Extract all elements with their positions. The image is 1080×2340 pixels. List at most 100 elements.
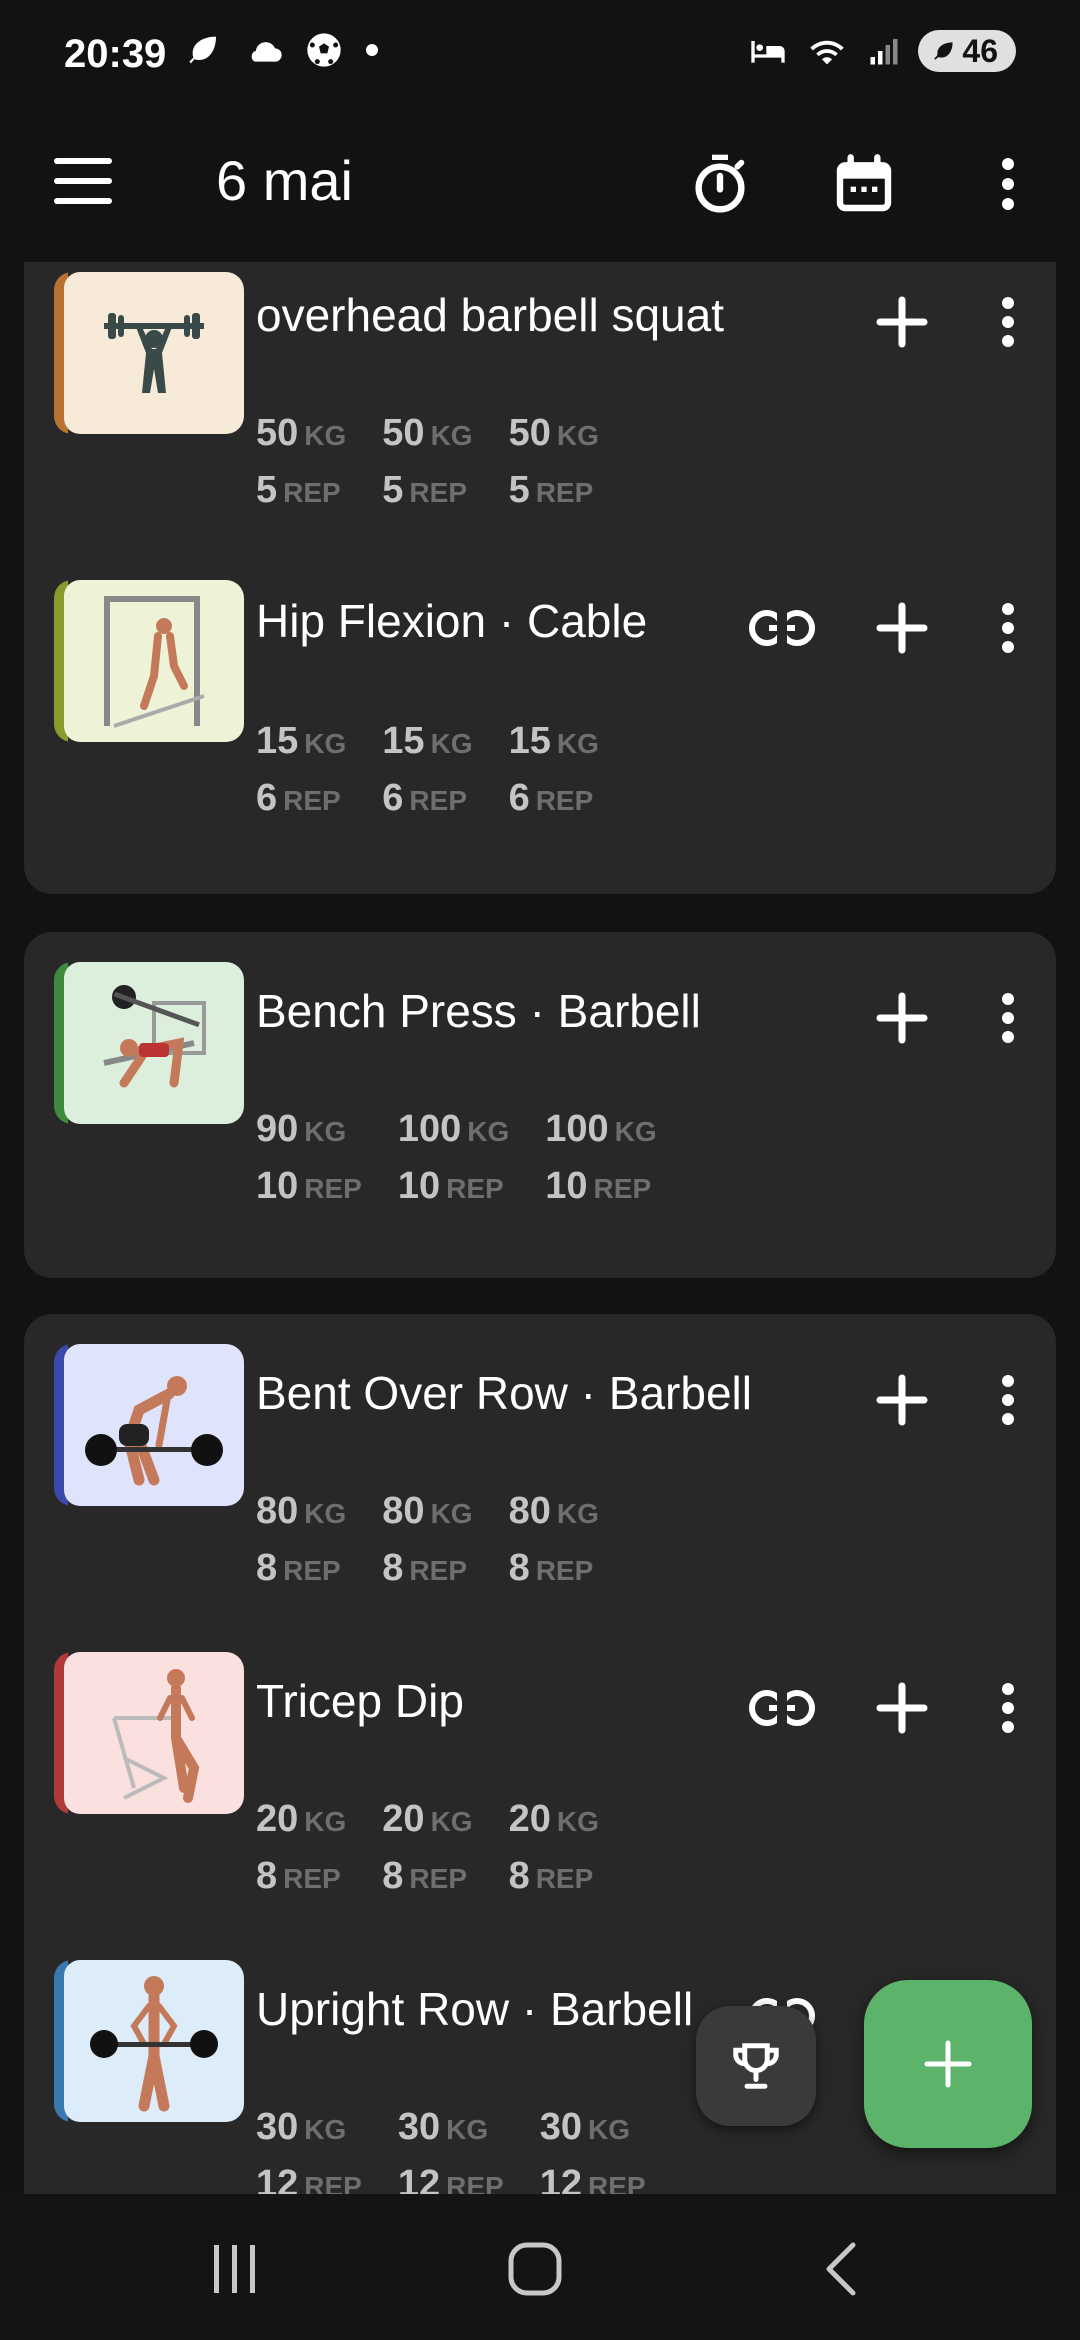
set[interactable]: 80 KG 8 REP: [382, 1490, 472, 1590]
exercise-menu-button[interactable]: [978, 282, 1038, 362]
dot-icon: [366, 44, 378, 56]
exercise-row[interactable]: Tricep Dip 20 KG 8 REP 20 KG 8 REP 20 KG 8 REP: [24, 1622, 1056, 1922]
bent-over-row-icon: [85, 1376, 223, 1486]
set[interactable]: 80 KG 8 REP: [256, 1490, 346, 1590]
status-time: 20:39: [64, 32, 167, 76]
menu-icon[interactable]: [54, 158, 112, 204]
set[interactable]: 100 KG 10 REP: [398, 1108, 509, 1208]
plus-icon: [876, 296, 928, 348]
plus-icon: [876, 1374, 928, 1426]
back-icon: [826, 2242, 856, 2296]
set-list: 30 KG 12 REP 30 KG 12 REP 30 KG 12 REP: [256, 2106, 646, 2194]
bed-icon: [751, 41, 786, 63]
add-exercise-button[interactable]: [864, 1980, 1032, 2148]
workout-list[interactable]: overhead barbell squat 50 KG 5 REP 50 KG 5 REP…: [0, 262, 1080, 2194]
records-button[interactable]: [696, 2006, 816, 2126]
home-button[interactable]: [490, 2234, 580, 2304]
superset-link-button[interactable]: [742, 1668, 822, 1748]
exercise-card: overhead barbell squat 50 KG 5 REP 50 KG 5 REP…: [24, 262, 1056, 894]
set[interactable]: 80 KG 8 REP: [509, 1490, 599, 1590]
set[interactable]: 90 KG 10 REP: [256, 1108, 362, 1208]
add-set-button[interactable]: [862, 978, 942, 1058]
set[interactable]: 30 KG 12 REP: [540, 2106, 646, 2194]
superset-link-button[interactable]: [742, 588, 822, 668]
set[interactable]: 30 KG 12 REP: [398, 2106, 504, 2194]
plus-icon: [876, 1682, 928, 1734]
battery-saver-icon: [934, 42, 953, 60]
exercise-name[interactable]: overhead barbell squat: [256, 288, 724, 342]
system-nav-bar: [0, 2194, 1080, 2340]
bench-press-icon: [103, 985, 206, 1088]
weightlifter-icon: [104, 313, 204, 393]
add-set-button[interactable]: [862, 1360, 942, 1440]
exercise-card: Bench Press · Barbell 90 KG 10 REP 100 KG 10 R…: [24, 932, 1056, 1278]
exercise-row[interactable]: Hip Flexion · Cable 15 KG 6 REP 15 KG 6 REP 15…: [24, 572, 1056, 872]
plus-icon: [876, 602, 928, 654]
cable-machine-icon: [104, 596, 205, 728]
exercise-row[interactable]: Bent Over Row · Barbell 80 KG 8 REP 80 KG 8 RE…: [24, 1314, 1056, 1614]
exercise-name[interactable]: Hip Flexion · Cable: [256, 594, 647, 648]
battery-level: 46: [962, 32, 998, 69]
recent-apps-button[interactable]: [190, 2234, 280, 2304]
calendar-icon: [836, 154, 892, 212]
trophy-icon: [733, 2043, 779, 2089]
add-set-button[interactable]: [862, 588, 942, 668]
add-set-button[interactable]: [862, 1668, 942, 1748]
timer-icon: [695, 154, 745, 213]
back-button[interactable]: [796, 2234, 886, 2304]
exercise-name[interactable]: Bench Press · Barbell: [256, 984, 701, 1038]
leaf-icon: [189, 36, 216, 64]
set[interactable]: 50 KG 5 REP: [382, 412, 472, 512]
app-bar: 6 mai: [0, 112, 1080, 262]
set[interactable]: 20 KG 8 REP: [509, 1798, 599, 1898]
soccer-ball-icon: [307, 33, 341, 67]
exercise-thumbnail[interactable]: [54, 962, 244, 1124]
exercise-name[interactable]: Tricep Dip: [256, 1674, 464, 1728]
exercise-thumbnail[interactable]: [54, 580, 244, 742]
exercise-menu-button[interactable]: [978, 1668, 1038, 1748]
calendar-button[interactable]: [822, 142, 906, 226]
status-bar: 20:39 46: [0, 0, 1080, 112]
status-left-icons: [186, 30, 382, 70]
set[interactable]: 20 KG 8 REP: [256, 1798, 346, 1898]
set[interactable]: 15 KG 6 REP: [382, 720, 472, 820]
signal-icon: [870, 39, 898, 65]
link-icon: [749, 610, 815, 646]
more-vertical-icon: [1002, 993, 1014, 1043]
set[interactable]: 20 KG 8 REP: [382, 1798, 472, 1898]
set[interactable]: 15 KG 6 REP: [256, 720, 346, 820]
exercise-menu-button[interactable]: [978, 588, 1038, 668]
set[interactable]: 15 KG 6 REP: [509, 720, 599, 820]
plus-icon: [876, 992, 928, 1044]
set[interactable]: 50 KG 5 REP: [256, 412, 346, 512]
page-title[interactable]: 6 mai: [216, 148, 353, 213]
more-vertical-icon: [1002, 1683, 1014, 1733]
battery-indicator: 46: [918, 30, 1016, 72]
cloud-icon: [251, 42, 282, 62]
exercise-row[interactable]: overhead barbell squat 50 KG 5 REP 50 KG 5 REP…: [24, 262, 1056, 562]
set-list: 80 KG 8 REP 80 KG 8 REP 80 KG 8 REP: [256, 1490, 599, 1590]
set[interactable]: 50 KG 5 REP: [509, 412, 599, 512]
exercise-name[interactable]: Bent Over Row · Barbell: [256, 1366, 752, 1420]
exercise-menu-button[interactable]: [978, 978, 1038, 1058]
more-vertical-icon: [1002, 1375, 1014, 1425]
exercise-thumbnail[interactable]: [54, 272, 244, 434]
exercise-thumbnail[interactable]: [54, 1960, 244, 2122]
timer-button[interactable]: [678, 142, 762, 226]
exercise-name[interactable]: Upright Row · Barbell: [256, 1982, 693, 2036]
more-vertical-icon: [1002, 297, 1014, 347]
exercise-thumbnail[interactable]: [54, 1344, 244, 1506]
exercise-row[interactable]: Bench Press · Barbell 90 KG 10 REP 100 KG 10 R…: [24, 932, 1056, 1232]
overflow-menu-button[interactable]: [966, 142, 1050, 226]
add-set-button[interactable]: [862, 282, 942, 362]
set[interactable]: 100 KG 10 REP: [545, 1108, 656, 1208]
link-icon: [749, 1690, 815, 1726]
tricep-dip-icon: [112, 1669, 200, 1803]
exercise-menu-button[interactable]: [978, 1360, 1038, 1440]
exercise-thumbnail[interactable]: [54, 1652, 244, 1814]
set-list: 50 KG 5 REP 50 KG 5 REP 50 KG 5 REP: [256, 412, 599, 512]
status-right-icons: 46: [748, 30, 1016, 72]
set-list: 20 KG 8 REP 20 KG 8 REP 20 KG 8 REP: [256, 1798, 599, 1898]
set[interactable]: 30 KG 12 REP: [256, 2106, 362, 2194]
upright-row-icon: [90, 1976, 218, 2112]
